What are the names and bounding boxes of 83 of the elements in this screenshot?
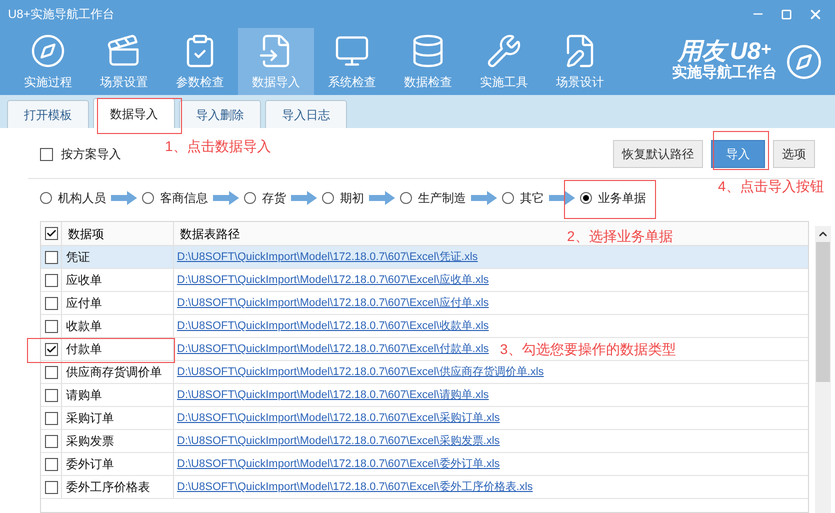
table-row[interactable]: 委外工序价格表 D:\U8SOFT\QuickImport\Model\172.18.0.7\607\Excel\委外工序价格表.xls bbox=[41, 476, 808, 499]
table-row[interactable]: 采购订单 D:\U8SOFT\QuickImport\Model\172.18.0.7\607\Excel\采购订单.xls bbox=[41, 407, 808, 430]
checkbox[interactable] bbox=[44, 412, 58, 424]
wrench-icon bbox=[486, 32, 522, 68]
checkbox[interactable] bbox=[44, 366, 58, 378]
table-cell-text: 应收单 bbox=[66, 272, 102, 289]
arrow-icon bbox=[471, 191, 497, 205]
file-path-link[interactable]: D:\U8SOFT\QuickImport\Model\172.18.0.7\607\Excel\收款单.xls bbox=[177, 318, 489, 334]
scrollbar[interactable] bbox=[815, 226, 831, 513]
checkbox-label: 按方案导入 bbox=[61, 146, 121, 163]
table-row[interactable]: 应付单 D:\U8SOFT\QuickImport\Model\172.18.0.7\607\Excel\应付单.xls bbox=[41, 292, 808, 315]
checkbox[interactable] bbox=[44, 250, 58, 264]
action-button[interactable]: 导入 bbox=[711, 140, 765, 168]
table-cell-text: 采购发票 bbox=[66, 433, 114, 450]
maximize-icon[interactable] bbox=[781, 8, 792, 20]
arrow-icon bbox=[213, 191, 239, 205]
step-radio[interactable]: 机构人员 bbox=[40, 189, 106, 207]
annotation: 1、点击数据导入 bbox=[165, 137, 271, 156]
action-button[interactable]: 恢复默认路径 bbox=[613, 140, 703, 168]
table-row[interactable]: 委外订单 D:\U8SOFT\QuickImport\Model\172.18.0.7\607\Excel\委外订单.xls bbox=[41, 453, 808, 476]
annotation: 2、选择业务单据 bbox=[567, 227, 673, 246]
checkbox[interactable] bbox=[40, 148, 53, 160]
file-path-link[interactable]: D:\U8SOFT\QuickImport\Model\172.18.0.7\607\Excel\应付单.xls bbox=[177, 294, 489, 312]
file-path-link[interactable]: D:\U8SOFT\QuickImport\Model\172.18.0.7\607\Excel\凭证.xls bbox=[177, 248, 478, 266]
compass-icon bbox=[30, 32, 66, 68]
logo-subtitle: 实施导航工作台 bbox=[672, 64, 777, 83]
table-row[interactable]: 请购单 D:\U8SOFT\QuickImport\Model\172.18.0.7\607\Excel\请购单.xls bbox=[41, 384, 808, 407]
compass-icon bbox=[785, 42, 823, 80]
step-radio[interactable]: 存货 bbox=[244, 189, 286, 207]
tab[interactable]: 打开模板 bbox=[7, 100, 89, 128]
step-radio[interactable]: 客商信息 bbox=[142, 189, 208, 207]
column-header: 数据项 bbox=[68, 226, 104, 242]
checkbox[interactable] bbox=[44, 434, 58, 448]
logo-plus: + bbox=[760, 40, 772, 58]
file-path-link[interactable]: D:\U8SOFT\QuickImport\Model\172.18.0.7\607\Excel\委外工序价格表.xls bbox=[177, 478, 533, 496]
file-path-link[interactable]: D:\U8SOFT\QuickImport\Model\172.18.0.7\607\Excel\采购订单.xls bbox=[177, 410, 500, 426]
table-row[interactable]: 凭证 D:\U8SOFT\QuickImport\Model\172.18.0.7\607\Excel\凭证.xls bbox=[41, 246, 808, 269]
checkbox[interactable] bbox=[44, 296, 58, 310]
table-row[interactable]: 收款单 D:\U8SOFT\QuickImport\Model\172.18.0.7\607\Excel\收款单.xls bbox=[41, 315, 808, 338]
highlight-frame bbox=[713, 131, 769, 170]
annotation: 3、勾选您要操作的数据类型 bbox=[500, 340, 676, 359]
file-path-link[interactable]: D:\U8SOFT\QuickImport\Model\172.18.0.7\607\Excel\付款单.xls bbox=[177, 340, 489, 358]
tab[interactable]: 导入日志 bbox=[265, 100, 347, 128]
checkbox[interactable] bbox=[44, 388, 58, 402]
action-button[interactable]: 选项 bbox=[773, 140, 815, 168]
checkbox[interactable] bbox=[44, 480, 58, 494]
table-cell-text: 委外订单 bbox=[66, 456, 114, 473]
file-path-link[interactable]: D:\U8SOFT\QuickImport\Model\172.18.0.7\607\Excel\采购发票.xls bbox=[177, 432, 500, 450]
checkbox[interactable] bbox=[44, 320, 58, 332]
tab[interactable]: 数据导入 bbox=[93, 98, 175, 128]
table-cell-text: 请购单 bbox=[66, 387, 102, 404]
annotation: 4、点击导入按钮 bbox=[718, 177, 824, 196]
table-row[interactable]: 采购发票 D:\U8SOFT\QuickImport\Model\172.18.0.7\607\Excel\采购发票.xls bbox=[41, 430, 808, 453]
tab[interactable]: 导入删除 bbox=[179, 100, 261, 128]
logo-product: U8 bbox=[730, 40, 761, 64]
checkbox[interactable] bbox=[44, 342, 58, 356]
step-radio[interactable]: 其它 bbox=[502, 189, 544, 207]
table-cell-text: 委外工序价格表 bbox=[66, 479, 150, 496]
window-title: U8+实施导航工作台 bbox=[8, 6, 116, 23]
step-radio[interactable]: 期初 bbox=[322, 189, 364, 207]
table-cell-text: 凭证 bbox=[66, 249, 90, 266]
checkbox[interactable] bbox=[44, 227, 58, 240]
table-row[interactable]: 供应商存货调价单 D:\U8SOFT\QuickImport\Model\172.18.0.7\607\Excel\供应商存货调价单.xls bbox=[41, 361, 808, 384]
arrow-icon bbox=[369, 191, 395, 205]
file-path-link[interactable]: D:\U8SOFT\QuickImport\Model\172.18.0.7\607\Excel\应收单.xls bbox=[177, 272, 489, 288]
arrow-icon bbox=[549, 191, 575, 205]
step-radio[interactable]: 业务单据 bbox=[580, 189, 646, 207]
table-cell-text: 供应商存货调价单 bbox=[66, 364, 162, 381]
table-row[interactable]: 应收单 D:\U8SOFT\QuickImport\Model\172.18.0.7\607\Excel\应收单.xls bbox=[41, 269, 808, 292]
checkbox[interactable] bbox=[44, 274, 58, 286]
file-path-link[interactable]: D:\U8SOFT\QuickImport\Model\172.18.0.7\607\Excel\委外订单.xls bbox=[177, 456, 500, 472]
table-cell-text: 收款单 bbox=[66, 318, 102, 335]
scrollbar-thumb[interactable] bbox=[816, 242, 830, 382]
column-header: 数据表路径 bbox=[180, 226, 240, 242]
arrow-icon bbox=[111, 191, 137, 205]
table-cell-text: 采购订单 bbox=[66, 410, 114, 427]
file-path-link[interactable]: D:\U8SOFT\QuickImport\Model\172.18.0.7\607\Excel\请购单.xls bbox=[177, 386, 489, 404]
checkbox[interactable] bbox=[44, 458, 58, 470]
file-path-link[interactable]: D:\U8SOFT\QuickImport\Model\172.18.0.7\607\Excel\供应商存货调价单.xls bbox=[177, 364, 544, 380]
table-cell-text: 应付单 bbox=[66, 295, 102, 312]
step-radio[interactable]: 生产制造 bbox=[400, 189, 466, 207]
table-cell-text: 付款单 bbox=[66, 341, 102, 358]
arrow-icon bbox=[291, 191, 317, 205]
